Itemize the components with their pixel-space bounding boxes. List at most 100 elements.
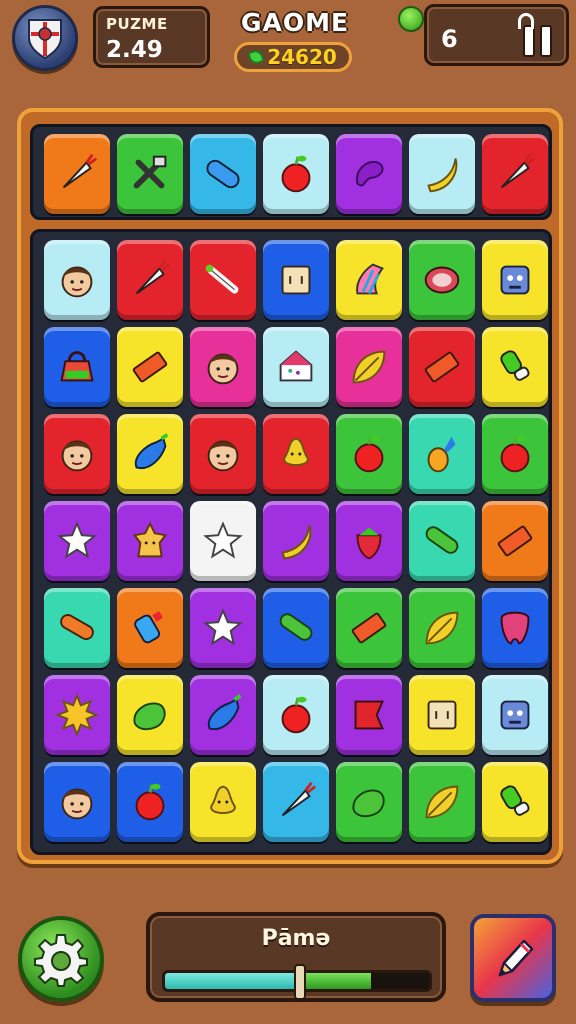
tile-r7-c2[interactable] bbox=[117, 762, 183, 842]
bottle-icon bbox=[134, 611, 163, 644]
popsicle-icon bbox=[500, 350, 530, 381]
tile-r6-c2[interactable] bbox=[117, 675, 183, 755]
tile-r5-c2[interactable] bbox=[117, 588, 183, 668]
tile-r7-c3[interactable] bbox=[190, 762, 256, 842]
tile-r3-c6[interactable] bbox=[409, 414, 475, 494]
moves-value: 6 bbox=[441, 25, 458, 53]
tile-r3-c2[interactable] bbox=[117, 414, 183, 494]
tile-r1-c3[interactable] bbox=[190, 240, 256, 320]
leaf-icon bbox=[425, 785, 459, 819]
bar-icon bbox=[497, 525, 533, 557]
tile-row-1 bbox=[44, 240, 548, 320]
progress-fill-teal bbox=[165, 973, 297, 989]
tile-r7-c7[interactable] bbox=[482, 762, 548, 842]
tile-r5-c3[interactable] bbox=[190, 588, 256, 668]
tile-r6-c4[interactable] bbox=[263, 675, 329, 755]
progress-label: Pāmə bbox=[261, 926, 331, 951]
apple-icon bbox=[500, 435, 530, 473]
top-tile-5[interactable] bbox=[336, 134, 402, 214]
tile-r4-c4[interactable] bbox=[263, 501, 329, 581]
tile-r1-c5[interactable] bbox=[336, 240, 402, 320]
tile-r3-c1[interactable] bbox=[44, 414, 110, 494]
face-icon bbox=[207, 353, 239, 385]
tile-r1-c4[interactable] bbox=[263, 240, 329, 320]
pear-icon bbox=[210, 785, 236, 815]
face-icon bbox=[61, 440, 93, 472]
tile-r6-c6[interactable] bbox=[409, 675, 475, 755]
tile-r7-c5[interactable] bbox=[336, 762, 402, 842]
tile-row-7 bbox=[44, 762, 548, 842]
face-icon bbox=[61, 266, 93, 298]
tile-r6-c7[interactable] bbox=[482, 675, 548, 755]
tile-r4-c2[interactable] bbox=[117, 501, 183, 581]
tile-r6-c1[interactable] bbox=[44, 675, 110, 755]
blob-icon bbox=[133, 702, 166, 731]
tile-r2-c4[interactable] bbox=[263, 327, 329, 407]
top-tile-7[interactable] bbox=[482, 134, 548, 214]
moves-panel: 6 bbox=[424, 4, 569, 66]
tools-icon bbox=[133, 155, 167, 189]
tile-r5-c6[interactable] bbox=[409, 588, 475, 668]
pencil-icon bbox=[498, 939, 534, 977]
score-value: 24620 bbox=[267, 45, 337, 69]
tile-row-5 bbox=[44, 588, 548, 668]
top-tile-1[interactable] bbox=[44, 134, 110, 214]
tile-r5-c5[interactable] bbox=[336, 588, 402, 668]
tile-r2-c1[interactable] bbox=[44, 327, 110, 407]
tile-r3-c5[interactable] bbox=[336, 414, 402, 494]
top-tile-row bbox=[44, 134, 548, 214]
tile-r5-c4[interactable] bbox=[263, 588, 329, 668]
tile-r3-c7[interactable] bbox=[482, 414, 548, 494]
leaf-icon bbox=[425, 611, 459, 645]
top-tile-6[interactable] bbox=[409, 134, 475, 214]
tile-r2-c5[interactable] bbox=[336, 327, 402, 407]
tile-r7-c6[interactable] bbox=[409, 762, 475, 842]
tile-r5-c1[interactable] bbox=[44, 588, 110, 668]
tile-r2-c2[interactable] bbox=[117, 327, 183, 407]
top-tile-2[interactable] bbox=[117, 134, 183, 214]
top-tile-4[interactable] bbox=[263, 134, 329, 214]
tile-r2-c6[interactable] bbox=[409, 327, 475, 407]
eggplant-icon bbox=[134, 433, 169, 470]
tile-r1-c1[interactable] bbox=[44, 240, 110, 320]
bar-icon bbox=[132, 351, 168, 383]
board-grid-panel bbox=[30, 229, 552, 855]
tile-r1-c2[interactable] bbox=[117, 240, 183, 320]
progress-fill-green bbox=[297, 973, 371, 989]
settings-button[interactable] bbox=[18, 916, 104, 1002]
tile-r4-c3[interactable] bbox=[190, 501, 256, 581]
pause-button[interactable] bbox=[518, 13, 556, 57]
tile-r2-c3[interactable] bbox=[190, 327, 256, 407]
top-tile-3[interactable] bbox=[190, 134, 256, 214]
tile-r2-c7[interactable] bbox=[482, 327, 548, 407]
tile-r4-c5[interactable] bbox=[336, 501, 402, 581]
tile-r7-c1[interactable] bbox=[44, 762, 110, 842]
apple-icon bbox=[135, 783, 165, 821]
tile-r6-c5[interactable] bbox=[336, 675, 402, 755]
star-icon bbox=[203, 521, 243, 559]
gem-icon bbox=[247, 48, 266, 66]
pause-bar-left bbox=[522, 25, 535, 57]
board-top-row-panel bbox=[30, 124, 552, 220]
cucumber-icon bbox=[279, 613, 313, 641]
tile-r5-c7[interactable] bbox=[482, 588, 548, 668]
progress-slider-handle[interactable] bbox=[294, 964, 306, 1000]
tile-r4-c7[interactable] bbox=[482, 501, 548, 581]
popsicle-icon bbox=[500, 785, 530, 816]
tile-r4-c6[interactable] bbox=[409, 501, 475, 581]
tile-r6-c3[interactable] bbox=[190, 675, 256, 755]
tile-r3-c4[interactable] bbox=[263, 414, 329, 494]
tile-row-2 bbox=[44, 327, 548, 407]
star-face-icon bbox=[132, 521, 168, 558]
shield-crest-icon[interactable] bbox=[12, 5, 78, 71]
edit-button[interactable] bbox=[470, 914, 556, 1002]
tile-r1-c6[interactable] bbox=[409, 240, 475, 320]
tile-r7-c4[interactable] bbox=[263, 762, 329, 842]
tile-r4-c1[interactable] bbox=[44, 501, 110, 581]
bar-icon bbox=[351, 612, 387, 644]
hand-icon bbox=[356, 263, 384, 295]
tile-r3-c3[interactable] bbox=[190, 414, 256, 494]
strawberry-icon bbox=[356, 527, 382, 560]
tile-r1-c7[interactable] bbox=[482, 240, 548, 320]
bar-icon bbox=[424, 351, 460, 383]
